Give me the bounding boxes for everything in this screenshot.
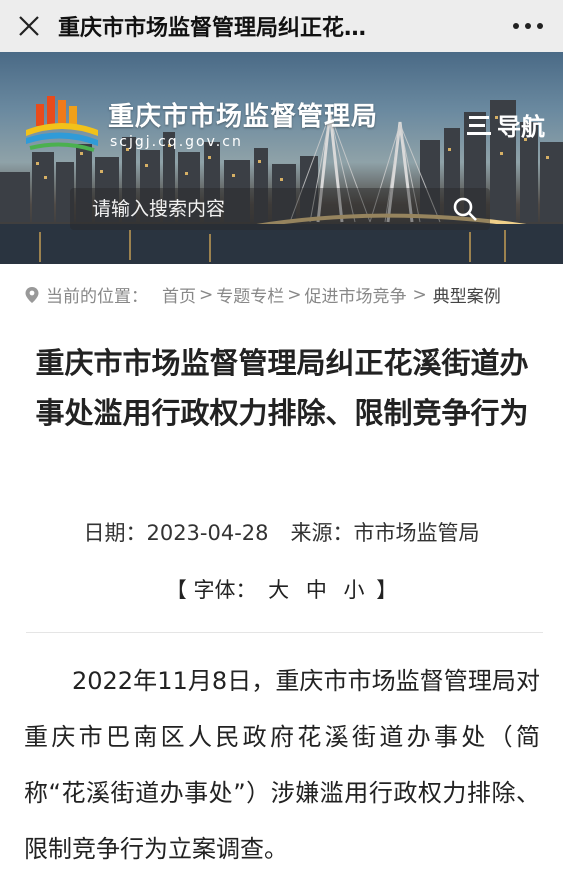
breadcrumb-item-special-topics[interactable]: 专题专栏 (216, 282, 284, 307)
site-domain: scjgj.cq.gov.cn (110, 134, 243, 150)
font-size-large-button[interactable]: 大 (268, 578, 289, 602)
search-button[interactable] (440, 188, 490, 230)
article-paragraph: 2022年11月8日，重庆市市场监督管理局对重庆市巴南区人民政府花溪街道办事处（… (24, 667, 540, 863)
location-pin-icon (25, 286, 39, 303)
breadcrumb-item-typical-cases[interactable]: 典型案例 (433, 282, 501, 307)
city-skyline-image (0, 100, 563, 264)
source-value: 市市场监管局 (353, 521, 480, 545)
font-size-small-button[interactable]: 小 (344, 578, 365, 602)
article-title: 重庆市市场监督管理局纠正花溪街道办事处滥用行政权力排除、限制竞争行为 (35, 346, 529, 430)
divider (26, 632, 543, 633)
breadcrumb-item-home[interactable]: 首页 (162, 282, 196, 307)
font-size-selector: 【 字体： 大 中 小 】 (0, 574, 563, 604)
breadcrumb: 当前的位置： 首页 > 专题专栏 > 促进市场竞争 > 典型案例 (24, 282, 501, 307)
font-size-label: 字体： (193, 578, 257, 602)
header-banner: 重庆市市场监督管理局 scjgj.cq.gov.cn 导航 (0, 52, 563, 264)
more-icon (513, 23, 543, 29)
site-name: 重庆市市场监督管理局 (108, 102, 379, 132)
breadcrumb-separator: > (199, 284, 214, 305)
source-label: 来源： (290, 521, 354, 545)
font-bracket-open: 【 (165, 578, 187, 602)
date-label: 日期： (83, 521, 147, 545)
breadcrumb-item-market-competition[interactable]: 促进市场竞争 (305, 282, 407, 307)
search-bar (70, 188, 490, 230)
nav-button[interactable]: 导航 (467, 107, 545, 142)
breadcrumb-separator: > (412, 284, 427, 305)
logo-icon (26, 96, 98, 152)
page-title: 重庆市市场监督管理局纠正花… (58, 16, 367, 41)
top-app-bar: 重庆市市场监督管理局纠正花… (0, 0, 563, 52)
more-button[interactable] (493, 0, 563, 52)
article-meta: 日期：2023-04-28 来源：市市场监管局 (0, 517, 563, 547)
breadcrumb-prefix: 当前的位置： (46, 287, 148, 307)
search-input[interactable] (70, 197, 440, 221)
font-bracket-close: 】 (376, 578, 398, 602)
search-icon (453, 197, 477, 221)
date-value: 2023-04-28 (146, 521, 269, 545)
menu-icon (467, 115, 491, 135)
close-button[interactable] (0, 0, 58, 52)
font-size-medium-button[interactable]: 中 (306, 578, 327, 602)
site-logo[interactable] (22, 90, 100, 156)
breadcrumb-separator: > (287, 284, 302, 305)
close-icon (19, 16, 39, 36)
nav-label: 导航 (497, 113, 545, 141)
